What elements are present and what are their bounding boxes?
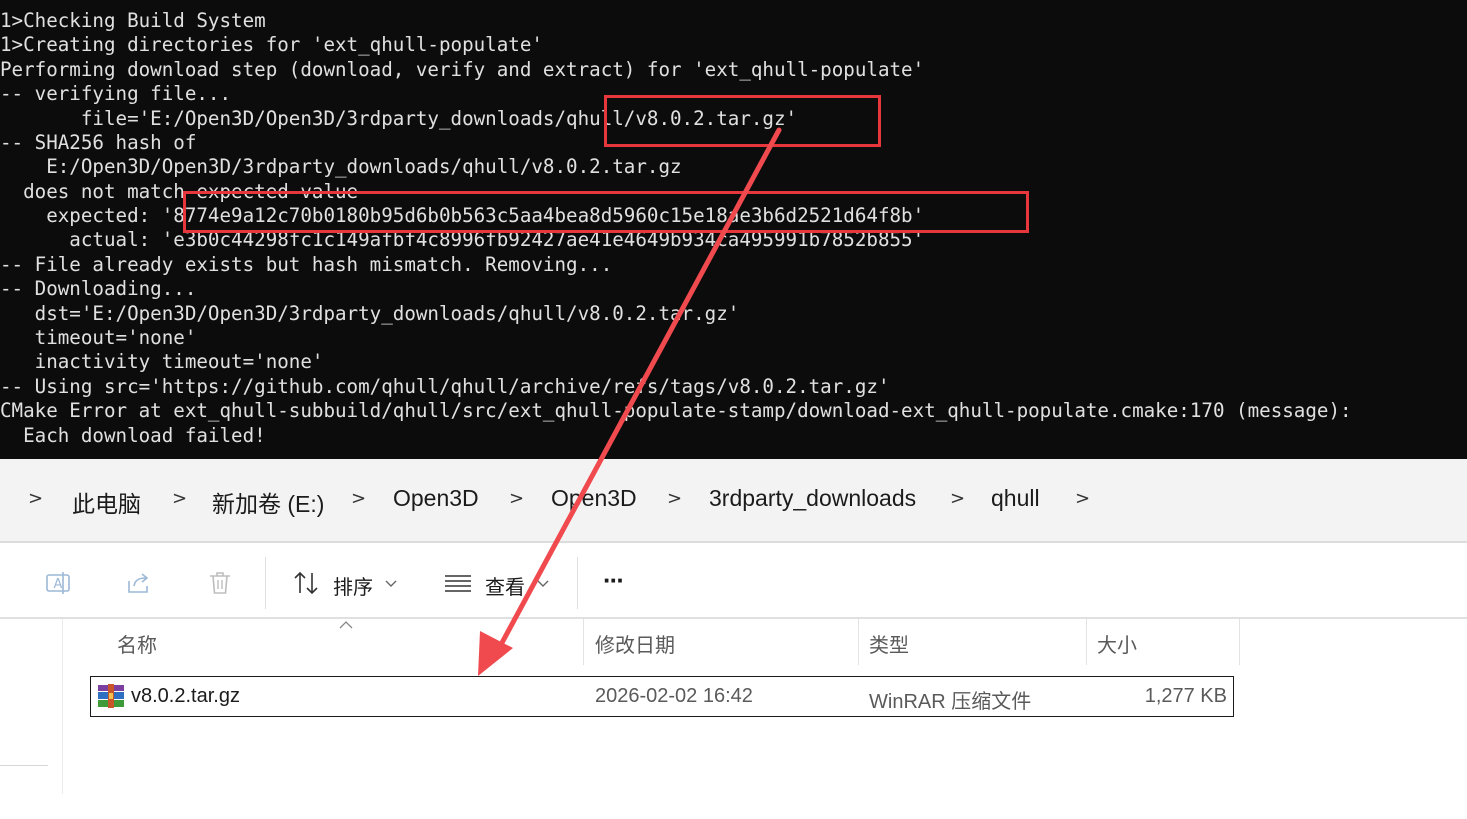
chevron-right-icon[interactable]: > (1075, 488, 1090, 509)
annotation-highlight-box (604, 95, 881, 147)
nav-pane-divider (0, 765, 48, 766)
chevron-right-icon[interactable]: > (351, 488, 366, 509)
sort-icon[interactable] (292, 569, 320, 597)
file-size: 1,277 KB (1144, 685, 1227, 707)
column-header-type[interactable]: 类型 (869, 629, 909, 658)
nav-pane-divider (62, 619, 63, 794)
svg-text:A: A (54, 577, 63, 592)
terminal-line: dst='E:/Open3D/Open3D/3rdparty_downloads… (0, 302, 740, 325)
terminal-line: CMake Error at ext_qhull-subbuild/qhull/… (0, 399, 1352, 422)
terminal-line: -- Using src='https://github.com/qhull/q… (0, 375, 890, 398)
terminal-line: inactivity timeout='none' (0, 350, 324, 373)
breadcrumb-item-3rdparty-downloads[interactable]: 3rdparty_downloads (709, 485, 916, 512)
column-divider[interactable] (1239, 619, 1240, 665)
column-divider[interactable] (583, 619, 584, 665)
column-divider[interactable] (1086, 619, 1087, 665)
file-explorer: > 此电脑 > 新加卷 (E:) > Open3D > Open3D > 3rd… (0, 459, 1467, 819)
terminal-line: 1>Creating directories for 'ext_qhull-po… (0, 33, 543, 56)
terminal-line: timeout='none' (0, 326, 197, 349)
chevron-right-icon[interactable]: > (509, 488, 524, 509)
breadcrumb-item-drive-e[interactable]: 新加卷 (E:) (212, 485, 324, 519)
toolbar-divider (577, 557, 578, 609)
more-options-button[interactable]: ··· (603, 565, 625, 596)
delete-icon[interactable] (206, 569, 234, 597)
chevron-down-icon[interactable] (385, 580, 397, 588)
terminal-line: -- SHA256 hash of (0, 131, 197, 154)
rename-icon[interactable]: A (44, 569, 72, 597)
breadcrumb-item-this-pc[interactable]: 此电脑 (72, 485, 141, 519)
terminal-line: E:/Open3D/Open3D/3rdparty_downloads/qhul… (0, 155, 682, 178)
toolbar-divider (265, 557, 266, 609)
sort-ascending-icon (339, 621, 353, 629)
terminal-line: -- verifying file... (0, 82, 232, 105)
view-button[interactable]: 查看 (485, 571, 525, 600)
column-header-size[interactable]: 大小 (1097, 629, 1137, 658)
terminal-line: -- File already exists but hash mismatch… (0, 253, 613, 276)
breadcrumb-item-qhull[interactable]: qhull (991, 485, 1040, 512)
column-header-modified[interactable]: 修改日期 (595, 629, 675, 658)
terminal-line: -- Downloading... (0, 277, 197, 300)
table-row[interactable]: v8.0.2.tar.gz 2026-02-02 16:42 WinRAR 压缩… (90, 676, 1234, 717)
column-header-name[interactable]: 名称 (117, 629, 157, 658)
file-list: 名称 修改日期 类型 大小 v8.0.2.tar.gz 2026-02-02 1… (0, 619, 1467, 819)
chevron-right-icon[interactable]: > (667, 488, 682, 509)
terminal-line: Performing download step (download, veri… (0, 58, 925, 81)
breadcrumb: > 此电脑 > 新加卷 (E:) > Open3D > Open3D > 3rd… (0, 459, 1467, 541)
chevron-down-icon[interactable] (537, 580, 549, 588)
terminal-line: Each download failed! (0, 424, 266, 447)
chevron-right-icon[interactable]: > (172, 488, 187, 509)
file-type: WinRAR 压缩文件 (869, 691, 1032, 713)
chevron-right-icon[interactable]: > (950, 488, 965, 509)
column-divider[interactable] (858, 619, 859, 665)
chevron-right-icon[interactable]: > (28, 488, 43, 509)
winrar-archive-icon (98, 684, 124, 708)
share-icon[interactable] (125, 569, 153, 597)
breadcrumb-item-open3d-2[interactable]: Open3D (551, 485, 637, 512)
view-icon[interactable] (444, 569, 472, 597)
breadcrumb-item-open3d[interactable]: Open3D (393, 485, 479, 512)
command-bar: A 排序 查看 ··· (0, 541, 1467, 619)
file-modified-date: 2026-02-02 16:42 (595, 685, 753, 707)
file-name[interactable]: v8.0.2.tar.gz (131, 685, 240, 708)
annotation-highlight-box (183, 191, 1029, 233)
sort-button[interactable]: 排序 (333, 571, 373, 600)
terminal-line: 1>Checking Build System (0, 9, 266, 32)
